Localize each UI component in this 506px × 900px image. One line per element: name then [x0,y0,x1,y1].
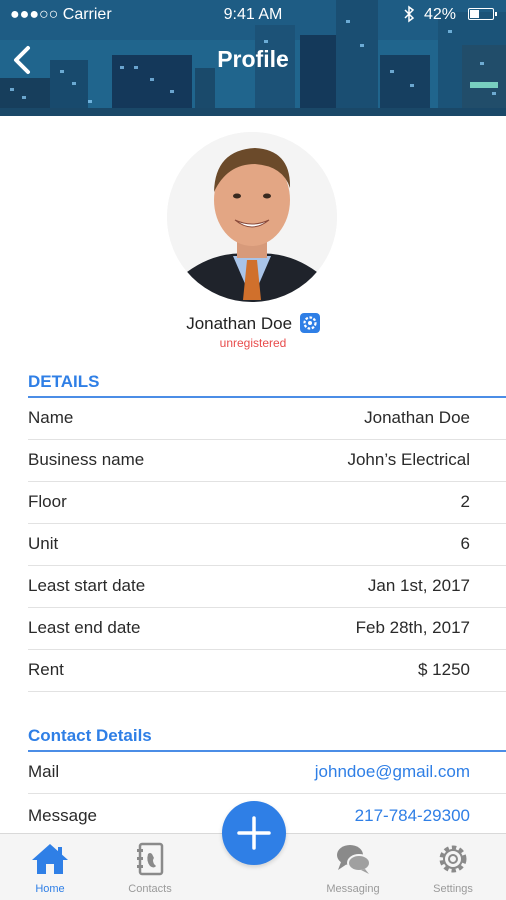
detail-label: Unit [28,534,59,553]
detail-row-unit: Unit 6 [28,524,506,566]
contact-row-mail: Mail johndoe@gmail.com [28,752,506,794]
profile-name-row: Jonathan Doe [0,313,506,334]
avatar[interactable] [167,132,337,302]
detail-label: Least end date [28,618,141,637]
add-button[interactable] [222,801,286,865]
detail-value: 2 [460,492,470,511]
tab-label: Messaging [326,883,380,895]
contact-label: Message [28,806,97,825]
profile-photo [167,132,337,302]
detail-value: Jonathan Doe [364,408,470,427]
page-title: Profile [217,46,289,72]
gear-badge-icon[interactable] [299,313,320,333]
detail-label: Rent [28,660,64,679]
detail-label: Floor [28,492,67,511]
contact-heading: Contact Details [28,726,152,745]
mail-link[interactable]: johndoe@gmail.com [315,762,470,782]
contacts-book-icon [137,842,164,876]
battery-icon [468,8,497,20]
registration-status: unregistered [219,336,287,350]
tab-label: Contacts [128,883,172,895]
tab-contacts[interactable]: Contacts [105,842,195,895]
detail-value: Jan 1st, 2017 [367,576,470,595]
detail-row-start-date: Least start date Jan 1st, 2017 [28,566,506,608]
details-heading: DETAILS [28,372,100,391]
gear-icon [439,845,467,873]
home-icon [32,844,68,874]
header: ●●●○○ Carrier 9:41 AM 42% Profile [0,0,506,116]
detail-value: John’s Electrical [347,450,470,469]
detail-row-business: Business name John’s Electrical [28,440,506,482]
tab-messaging[interactable]: Messaging [308,842,398,895]
detail-value: Feb 28th, 2017 [355,618,470,637]
detail-row-floor: Floor 2 [28,482,506,524]
battery-percent: 42% [423,6,456,23]
detail-row-end-date: Least end date Feb 28th, 2017 [28,608,506,650]
tab-label: Home [35,883,65,895]
bluetooth-icon [404,5,414,23]
profile-name: Jonathan Doe [186,314,293,333]
detail-label: Least start date [28,576,146,595]
tab-settings[interactable]: Settings [408,842,498,895]
detail-row-rent: Rent $ 1250 [28,650,506,692]
detail-value: 6 [460,534,470,553]
detail-label: Name [28,408,74,427]
tab-home[interactable]: Home [5,842,95,895]
contact-label: Mail [28,762,60,781]
detail-row-name: Name Jonathan Doe [28,398,506,440]
status-bar: ●●●○○ Carrier 9:41 AM 42% [0,0,506,30]
tab-label: Settings [433,883,473,895]
chat-bubbles-icon [337,845,371,874]
detail-value: $ 1250 [418,660,470,679]
plus-icon [237,816,271,850]
detail-label: Business name [28,450,145,469]
phone-link[interactable]: 217-784-29300 [355,806,470,826]
